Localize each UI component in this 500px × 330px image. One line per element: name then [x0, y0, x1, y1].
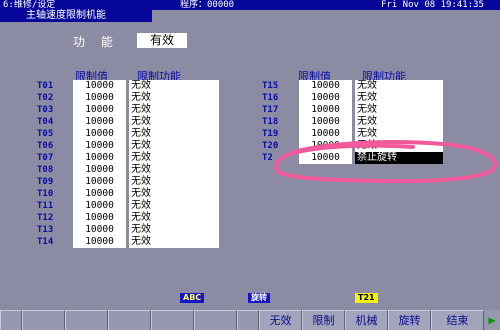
header-bar: 6:维修/设定 程序：00000 Fri Nov 08 19:41:35 [0, 0, 500, 10]
limit-value-cell[interactable]: 10000 [73, 92, 126, 104]
next-page-arrow-icon[interactable]: ▶ [484, 310, 500, 330]
limit-value-cell[interactable]: 10000 [73, 236, 126, 248]
tool-label: T16 [262, 93, 279, 103]
tool-label: T20 [262, 141, 279, 151]
limit-value-cell[interactable]: 10000 [73, 200, 126, 212]
limit-function-cell[interactable]: 禁止旋转 [355, 152, 443, 164]
limit-function-cell[interactable]: 无效 [129, 140, 219, 152]
softkey-blank-1[interactable] [0, 310, 22, 330]
datetime-label: Fri Nov 08 19:41:35 [381, 0, 484, 10]
left-func-column: 无效 无效 无效 无效 无效 无效 无效 无效 无效 无效 无效 无效 无效 无效 [129, 80, 219, 248]
limit-function-cell[interactable]: 无效 [129, 164, 219, 176]
limit-function-cell[interactable]: 无效 [129, 188, 219, 200]
abc-badge: ABC [180, 293, 205, 303]
limit-function-cell[interactable]: 无效 [355, 92, 443, 104]
right-func-column: 无效 无效 无效 无效 无效 无效 禁止旋转 [355, 80, 443, 164]
softkey-machine[interactable]: 机械 [345, 310, 388, 330]
limit-function-cell[interactable]: 无效 [129, 224, 219, 236]
tool-label: T15 [262, 81, 279, 91]
softkey-rotate[interactable]: 旋转 [388, 310, 431, 330]
limit-function-cell[interactable]: 无效 [129, 152, 219, 164]
limit-value-cell[interactable]: 10000 [73, 152, 126, 164]
limit-value-cell[interactable]: 10000 [73, 188, 126, 200]
tool-label: T18 [262, 117, 279, 127]
softkey-blank-3[interactable] [65, 310, 108, 330]
mode-label: 6:维修/设定 [3, 0, 56, 10]
limit-value-cell[interactable]: 10000 [73, 116, 126, 128]
function-value-field[interactable]: 有效 [137, 33, 187, 48]
limit-value-cell[interactable]: 10000 [299, 92, 352, 104]
limit-value-cell[interactable]: 10000 [299, 80, 352, 92]
limit-value-cell[interactable]: 10000 [299, 152, 352, 164]
limit-function-cell[interactable]: 无效 [355, 116, 443, 128]
softkey-blank-4[interactable] [108, 310, 151, 330]
tool-label: T02 [37, 93, 54, 103]
left-limit-column: 10000 10000 10000 10000 10000 10000 10000 10000… [73, 80, 126, 248]
limit-value-cell[interactable]: 10000 [299, 140, 352, 152]
tool-label: T10 [37, 189, 54, 199]
limit-function-cell[interactable]: 无效 [129, 212, 219, 224]
tool-label: T13 [37, 225, 54, 235]
limit-function-cell[interactable]: 无效 [355, 80, 443, 92]
tool-label: T2 [262, 153, 273, 163]
limit-function-cell[interactable]: 无效 [355, 128, 443, 140]
tool-label: T14 [37, 237, 54, 247]
limit-value-cell[interactable]: 10000 [73, 224, 126, 236]
softkey-blank-2[interactable] [22, 310, 65, 330]
limit-value-cell[interactable]: 10000 [73, 80, 126, 92]
tool-label: T11 [37, 201, 54, 211]
softkey-bar: 无效 限制 机械 旋转 结束 [0, 310, 500, 330]
limit-function-cell[interactable]: 无效 [129, 200, 219, 212]
limit-function-cell[interactable]: 无效 [129, 128, 219, 140]
limit-function-cell[interactable]: 无效 [355, 104, 443, 116]
limit-function-cell[interactable]: 无效 [355, 140, 443, 152]
limit-value-cell[interactable]: 10000 [73, 164, 126, 176]
mode-badge: 旋转 [248, 293, 270, 303]
tool-label: T03 [37, 105, 54, 115]
tool-label: T12 [37, 213, 54, 223]
limit-function-cell[interactable]: 无效 [129, 116, 219, 128]
tool-label: T07 [37, 153, 54, 163]
limit-function-cell[interactable]: 无效 [129, 80, 219, 92]
program-label: 程序：00000 [180, 0, 235, 10]
screen-title: 主轴速度限制机能 [0, 10, 152, 22]
limit-function-cell[interactable]: 无效 [129, 104, 219, 116]
limit-function-cell[interactable]: 无效 [129, 92, 219, 104]
softkey-end[interactable]: 结束 [431, 310, 484, 330]
softkey-disable[interactable]: 无效 [259, 310, 302, 330]
tool-label: T01 [37, 81, 54, 91]
tool-label: T06 [37, 141, 54, 151]
tool-label: T17 [262, 105, 279, 115]
softkey-blank-6[interactable] [194, 310, 237, 330]
softkey-limit[interactable]: 限制 [302, 310, 345, 330]
limit-value-cell[interactable]: 10000 [73, 212, 126, 224]
limit-value-cell[interactable]: 10000 [73, 128, 126, 140]
limit-function-cell[interactable]: 无效 [129, 176, 219, 188]
tool-badge: T21 [355, 293, 378, 303]
limit-value-cell[interactable]: 10000 [73, 140, 126, 152]
tool-label: T19 [262, 129, 279, 139]
limit-value-cell[interactable]: 10000 [299, 104, 352, 116]
limit-value-cell[interactable]: 10000 [299, 128, 352, 140]
tool-label: T09 [37, 177, 54, 187]
tool-label: T04 [37, 117, 54, 127]
limit-function-cell[interactable]: 无效 [129, 236, 219, 248]
function-label: 功 能 [73, 35, 119, 49]
limit-value-cell[interactable]: 10000 [73, 176, 126, 188]
limit-value-cell[interactable]: 10000 [299, 116, 352, 128]
softkey-blank-7[interactable] [237, 310, 259, 330]
tool-label: T05 [37, 129, 54, 139]
tool-label: T08 [37, 165, 54, 175]
softkey-blank-5[interactable] [151, 310, 194, 330]
limit-value-cell[interactable]: 10000 [73, 104, 126, 116]
right-limit-column: 10000 10000 10000 10000 10000 10000 10000 [299, 80, 352, 164]
